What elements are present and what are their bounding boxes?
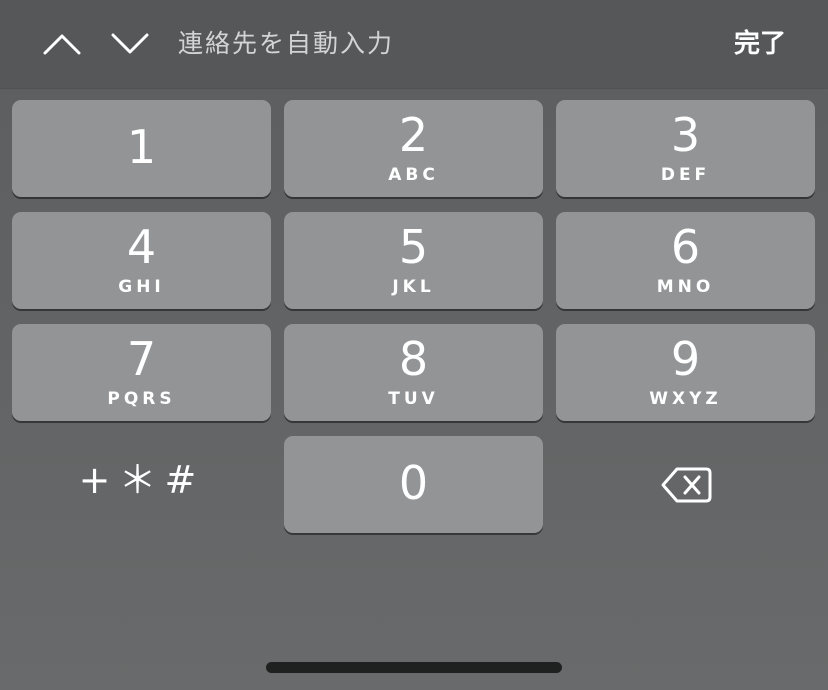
- key-letters: DEF: [660, 165, 711, 185]
- key-letters: WXYZ: [649, 389, 722, 409]
- autofill-contact-button[interactable]: 連絡先を自動入力: [178, 26, 394, 62]
- done-button[interactable]: 完了: [734, 26, 786, 62]
- backspace-icon: [661, 467, 711, 502]
- key-1[interactable]: 1: [12, 100, 271, 197]
- key-8[interactable]: 8 TUV: [284, 324, 543, 421]
- key-letters: MNO: [656, 277, 715, 297]
- key-digit: 5: [398, 220, 429, 274]
- key-letters: ABC: [388, 165, 439, 185]
- key-7[interactable]: 7 PQRS: [12, 324, 271, 421]
- key-letters: JKL: [392, 277, 435, 297]
- next-field-button[interactable]: [108, 26, 152, 62]
- key-digit: 6: [670, 220, 701, 274]
- keyboard-toolbar: 連絡先を自動入力 完了: [0, 0, 828, 88]
- key-digit: 1: [126, 120, 157, 174]
- key-5[interactable]: 5 JKL: [284, 212, 543, 309]
- key-6[interactable]: 6 MNO: [556, 212, 815, 309]
- key-letters: PQRS: [107, 389, 176, 409]
- key-letters: TUV: [388, 389, 439, 409]
- key-digit: 7: [126, 332, 157, 386]
- home-indicator[interactable]: [266, 662, 562, 673]
- key-letters: GHI: [118, 277, 165, 297]
- key-digit: 4: [126, 220, 157, 274]
- key-digit: 0: [398, 456, 429, 510]
- key-0[interactable]: 0: [284, 436, 543, 533]
- key-digit: 3: [670, 108, 701, 162]
- key-digit: 9: [670, 332, 701, 386]
- symbols-label: +＊#: [78, 457, 205, 502]
- key-9[interactable]: 9 WXYZ: [556, 324, 815, 421]
- key-3[interactable]: 3 DEF: [556, 100, 815, 197]
- chevron-down-icon: [111, 33, 149, 54]
- key-digit: 8: [398, 332, 429, 386]
- chevron-up-icon: [43, 34, 81, 55]
- key-digit: 2: [398, 108, 429, 162]
- key-2[interactable]: 2 ABC: [284, 100, 543, 197]
- key-4[interactable]: 4 GHI: [12, 212, 271, 309]
- delete-key[interactable]: [556, 436, 815, 533]
- symbols-key[interactable]: +＊#: [12, 436, 271, 533]
- previous-field-button[interactable]: [40, 26, 84, 62]
